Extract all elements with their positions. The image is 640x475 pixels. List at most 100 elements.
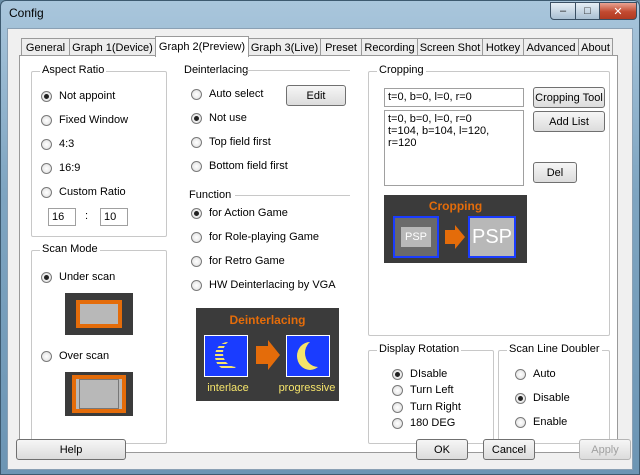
scan-mode-title: Scan Mode [40, 243, 100, 255]
radio-action-game[interactable]: for Action Game [191, 207, 288, 219]
tab-about[interactable]: About [578, 38, 613, 56]
list-item[interactable]: t=0, b=0, l=0, r=0 [388, 113, 520, 125]
tab-preset[interactable]: Preset [320, 38, 362, 56]
radio-under-scan[interactable]: Under scan [41, 271, 115, 283]
deinterlacing-title: Deinterlacing [184, 64, 249, 76]
radio-label: Not appoint [59, 90, 116, 102]
radio-label: Under scan [59, 271, 116, 283]
ok-button[interactable]: OK [416, 439, 468, 460]
radio-4-3[interactable]: 4:3 [41, 138, 74, 150]
radio-doubler-enable[interactable]: Enable [515, 416, 567, 428]
radio-bottom-field-first[interactable]: Bottom field first [191, 160, 288, 172]
radio-dot [515, 368, 526, 380]
radio-dot [392, 368, 403, 380]
display-rotation-title: Display Rotation [377, 343, 462, 355]
title-bar[interactable]: Config – □ ✕ [1, 1, 639, 27]
deinterlacing-divider [246, 70, 350, 71]
radio-180-deg[interactable]: 180 DEG [392, 417, 455, 429]
psp-small-label: PSP [401, 227, 431, 247]
ratio-width-input[interactable]: 16 [48, 208, 76, 226]
maximize-button[interactable]: □ [575, 2, 600, 20]
radio-hw-deinterlacing[interactable]: HW Deinterlacing by VGA [191, 279, 336, 291]
radio-doubler-disable[interactable]: Disable [515, 392, 570, 404]
window-title: Config [9, 6, 44, 20]
psp-large-label: PSP [468, 216, 516, 258]
progressive-label: progressive [278, 382, 336, 394]
radio-dot [41, 114, 52, 126]
radio-dot [41, 350, 52, 362]
radio-label: Enable [533, 416, 568, 428]
radio-fixed-window[interactable]: Fixed Window [41, 114, 128, 126]
radio-over-scan[interactable]: Over scan [41, 350, 109, 362]
help-button[interactable]: Help [16, 439, 126, 460]
radio-label: for Action Game [209, 207, 288, 219]
radio-dot [41, 162, 52, 174]
radio-dot [191, 231, 202, 243]
deinterlacing-illustration-title: Deinterlacing [229, 313, 306, 327]
radio-dot [515, 392, 526, 404]
close-button[interactable]: ✕ [599, 2, 637, 20]
radio-top-field-first[interactable]: Top field first [191, 136, 271, 148]
radio-rotation-disable[interactable]: DIsable [392, 368, 447, 380]
add-list-button[interactable]: Add List [533, 111, 605, 132]
arrow-shaft [445, 230, 455, 244]
cancel-button[interactable]: Cancel [483, 439, 535, 460]
radio-16-9[interactable]: 16:9 [41, 162, 80, 174]
tab-general[interactable]: General [21, 38, 70, 56]
moon-shadow [223, 339, 247, 367]
display-rotation-group: Display Rotation DIsable Turn Left Turn … [368, 343, 494, 444]
aspect-ratio-group: Aspect Ratio Not appoint Fixed Window 4:… [31, 64, 167, 237]
radio-auto-select[interactable]: Auto select [191, 88, 263, 100]
edit-button[interactable]: Edit [286, 85, 346, 106]
apply-button[interactable]: Apply [579, 439, 631, 460]
radio-not-appoint[interactable]: Not appoint [41, 90, 115, 102]
cropping-group: Cropping t=0, b=0, l=0, r=0 Cropping Too… [368, 64, 610, 336]
radio-dot [191, 207, 202, 219]
radio-label: Turn Right [410, 401, 461, 413]
radio-retro-game[interactable]: for Retro Game [191, 255, 285, 267]
cropping-title: Cropping [377, 64, 426, 76]
scan-mode-group: Scan Mode Under scan Over scan [31, 243, 167, 444]
radio-not-use[interactable]: Not use [191, 112, 247, 124]
cropping-value-input[interactable]: t=0, b=0, l=0, r=0 [384, 88, 524, 107]
delete-button[interactable]: Del [533, 162, 577, 183]
minimize-button[interactable]: – [550, 2, 576, 20]
radio-dot [41, 271, 52, 283]
radio-label: Not use [209, 112, 247, 124]
scan-line-doubler-group: Scan Line Doubler Auto Disable Enable [498, 343, 610, 444]
tab-graph2[interactable]: Graph 2(Preview) [155, 36, 249, 57]
radio-dot [41, 186, 52, 198]
cropping-list[interactable]: t=0, b=0, l=0, r=0 t=104, b=104, l=120, … [384, 110, 524, 186]
radio-dot [191, 88, 202, 100]
ratio-height-input[interactable]: 10 [100, 208, 128, 226]
radio-label: Fixed Window [59, 114, 129, 126]
tab-advanced[interactable]: Advanced [523, 38, 579, 56]
radio-role-playing-game[interactable]: for Role-playing Game [191, 231, 319, 243]
progressive-moon-box [286, 335, 330, 377]
radio-custom-ratio[interactable]: Custom Ratio [41, 186, 126, 198]
psp-small-box: PSP [393, 216, 439, 258]
radio-label: DIsable [410, 368, 448, 380]
radio-turn-right[interactable]: Turn Right [392, 401, 461, 413]
radio-label: Custom Ratio [59, 186, 126, 198]
deinterlacing-illustration: Deinterlacing interlace progressive [196, 308, 339, 401]
radio-dot [191, 136, 202, 148]
tab-screenshot[interactable]: Screen Shot [417, 38, 483, 56]
tab-graph1[interactable]: Graph 1(Device) [69, 38, 156, 56]
radio-dot [392, 384, 403, 396]
radio-dot [515, 416, 526, 428]
radio-label: 4:3 [59, 138, 75, 150]
radio-label: Bottom field first [209, 160, 288, 172]
tab-graph3[interactable]: Graph 3(Live) [248, 38, 321, 56]
tab-recording[interactable]: Recording [361, 38, 418, 56]
under-scan-frame [76, 300, 122, 328]
list-item[interactable]: t=104, b=104, l=120, r=120 [388, 125, 520, 149]
cropping-tool-button[interactable]: Cropping Tool [533, 87, 605, 108]
interlace-moon-box [204, 335, 248, 377]
radio-doubler-auto[interactable]: Auto [515, 368, 556, 380]
tab-hotkey[interactable]: Hotkey [482, 38, 524, 56]
radio-label: Top field first [209, 136, 271, 148]
radio-label: Over scan [59, 350, 110, 362]
radio-turn-left[interactable]: Turn Left [392, 384, 454, 396]
ratio-separator: : [85, 210, 89, 222]
